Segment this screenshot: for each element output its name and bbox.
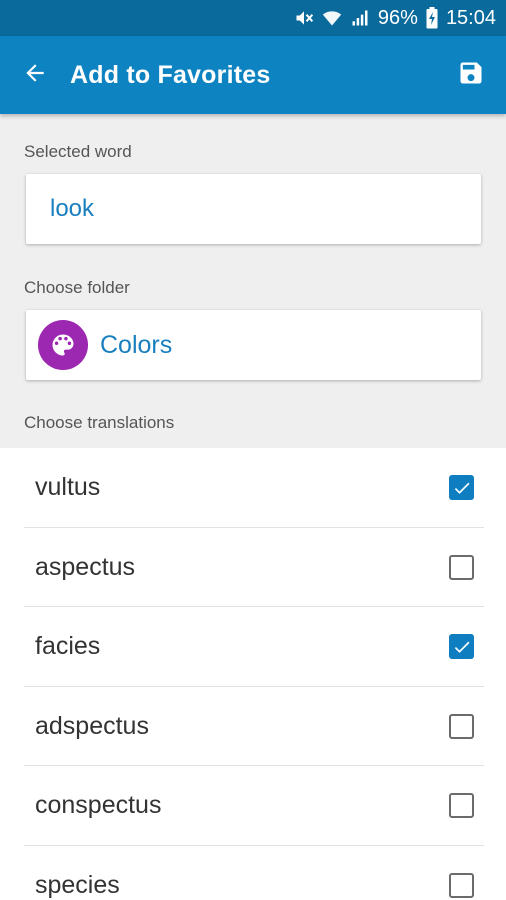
wifi-icon (322, 8, 342, 28)
translation-row[interactable]: aspectus (0, 528, 506, 607)
clock: 15:04 (445, 6, 496, 29)
translation-text: facies (35, 632, 101, 661)
translation-text: aspectus (35, 552, 136, 581)
translation-text: conspectus (35, 791, 162, 820)
palette-icon (38, 320, 88, 370)
battery-charging-icon (426, 7, 438, 29)
translation-row[interactable]: vultus (0, 448, 506, 528)
checkbox-unchecked[interactable] (449, 713, 474, 739)
checkbox-unchecked[interactable] (449, 793, 474, 819)
folder-name: Colors (100, 330, 173, 359)
save-button[interactable] (436, 36, 506, 114)
back-button[interactable] (0, 36, 70, 114)
selected-word-field[interactable]: look (26, 174, 481, 244)
translation-row[interactable]: conspectus (0, 766, 506, 846)
checkbox-unchecked[interactable] (449, 872, 474, 898)
page-title: Add to Favorites (70, 60, 271, 89)
check-icon (454, 482, 469, 494)
mute-icon (294, 8, 314, 28)
save-icon (457, 59, 485, 92)
translation-text: species (35, 870, 120, 899)
checkbox-checked[interactable] (449, 475, 474, 501)
translation-row[interactable]: species (0, 846, 506, 900)
translation-text: vultus (35, 473, 101, 502)
translations-list: vultus aspectus facies adspectus conspec… (0, 448, 506, 900)
arrow-back-icon (22, 60, 48, 91)
status-bar: 96% 15:04 (0, 0, 506, 36)
checkbox-checked[interactable] (449, 634, 474, 660)
folder-selector[interactable]: Colors (26, 310, 481, 380)
app-bar: Add to Favorites (0, 36, 506, 114)
choose-translations-label: Choose translations (24, 413, 175, 432)
translation-row[interactable]: facies (0, 607, 506, 687)
check-icon (454, 641, 469, 653)
checkbox-unchecked[interactable] (449, 554, 474, 580)
translation-text: adspectus (35, 711, 149, 740)
selected-word-value: look (50, 195, 95, 222)
choose-folder-label: Choose folder (24, 278, 130, 297)
signal-icon (350, 8, 370, 28)
translation-row[interactable]: adspectus (0, 687, 506, 766)
selected-word-label: Selected word (24, 142, 132, 161)
battery-percent: 96% (377, 6, 418, 29)
